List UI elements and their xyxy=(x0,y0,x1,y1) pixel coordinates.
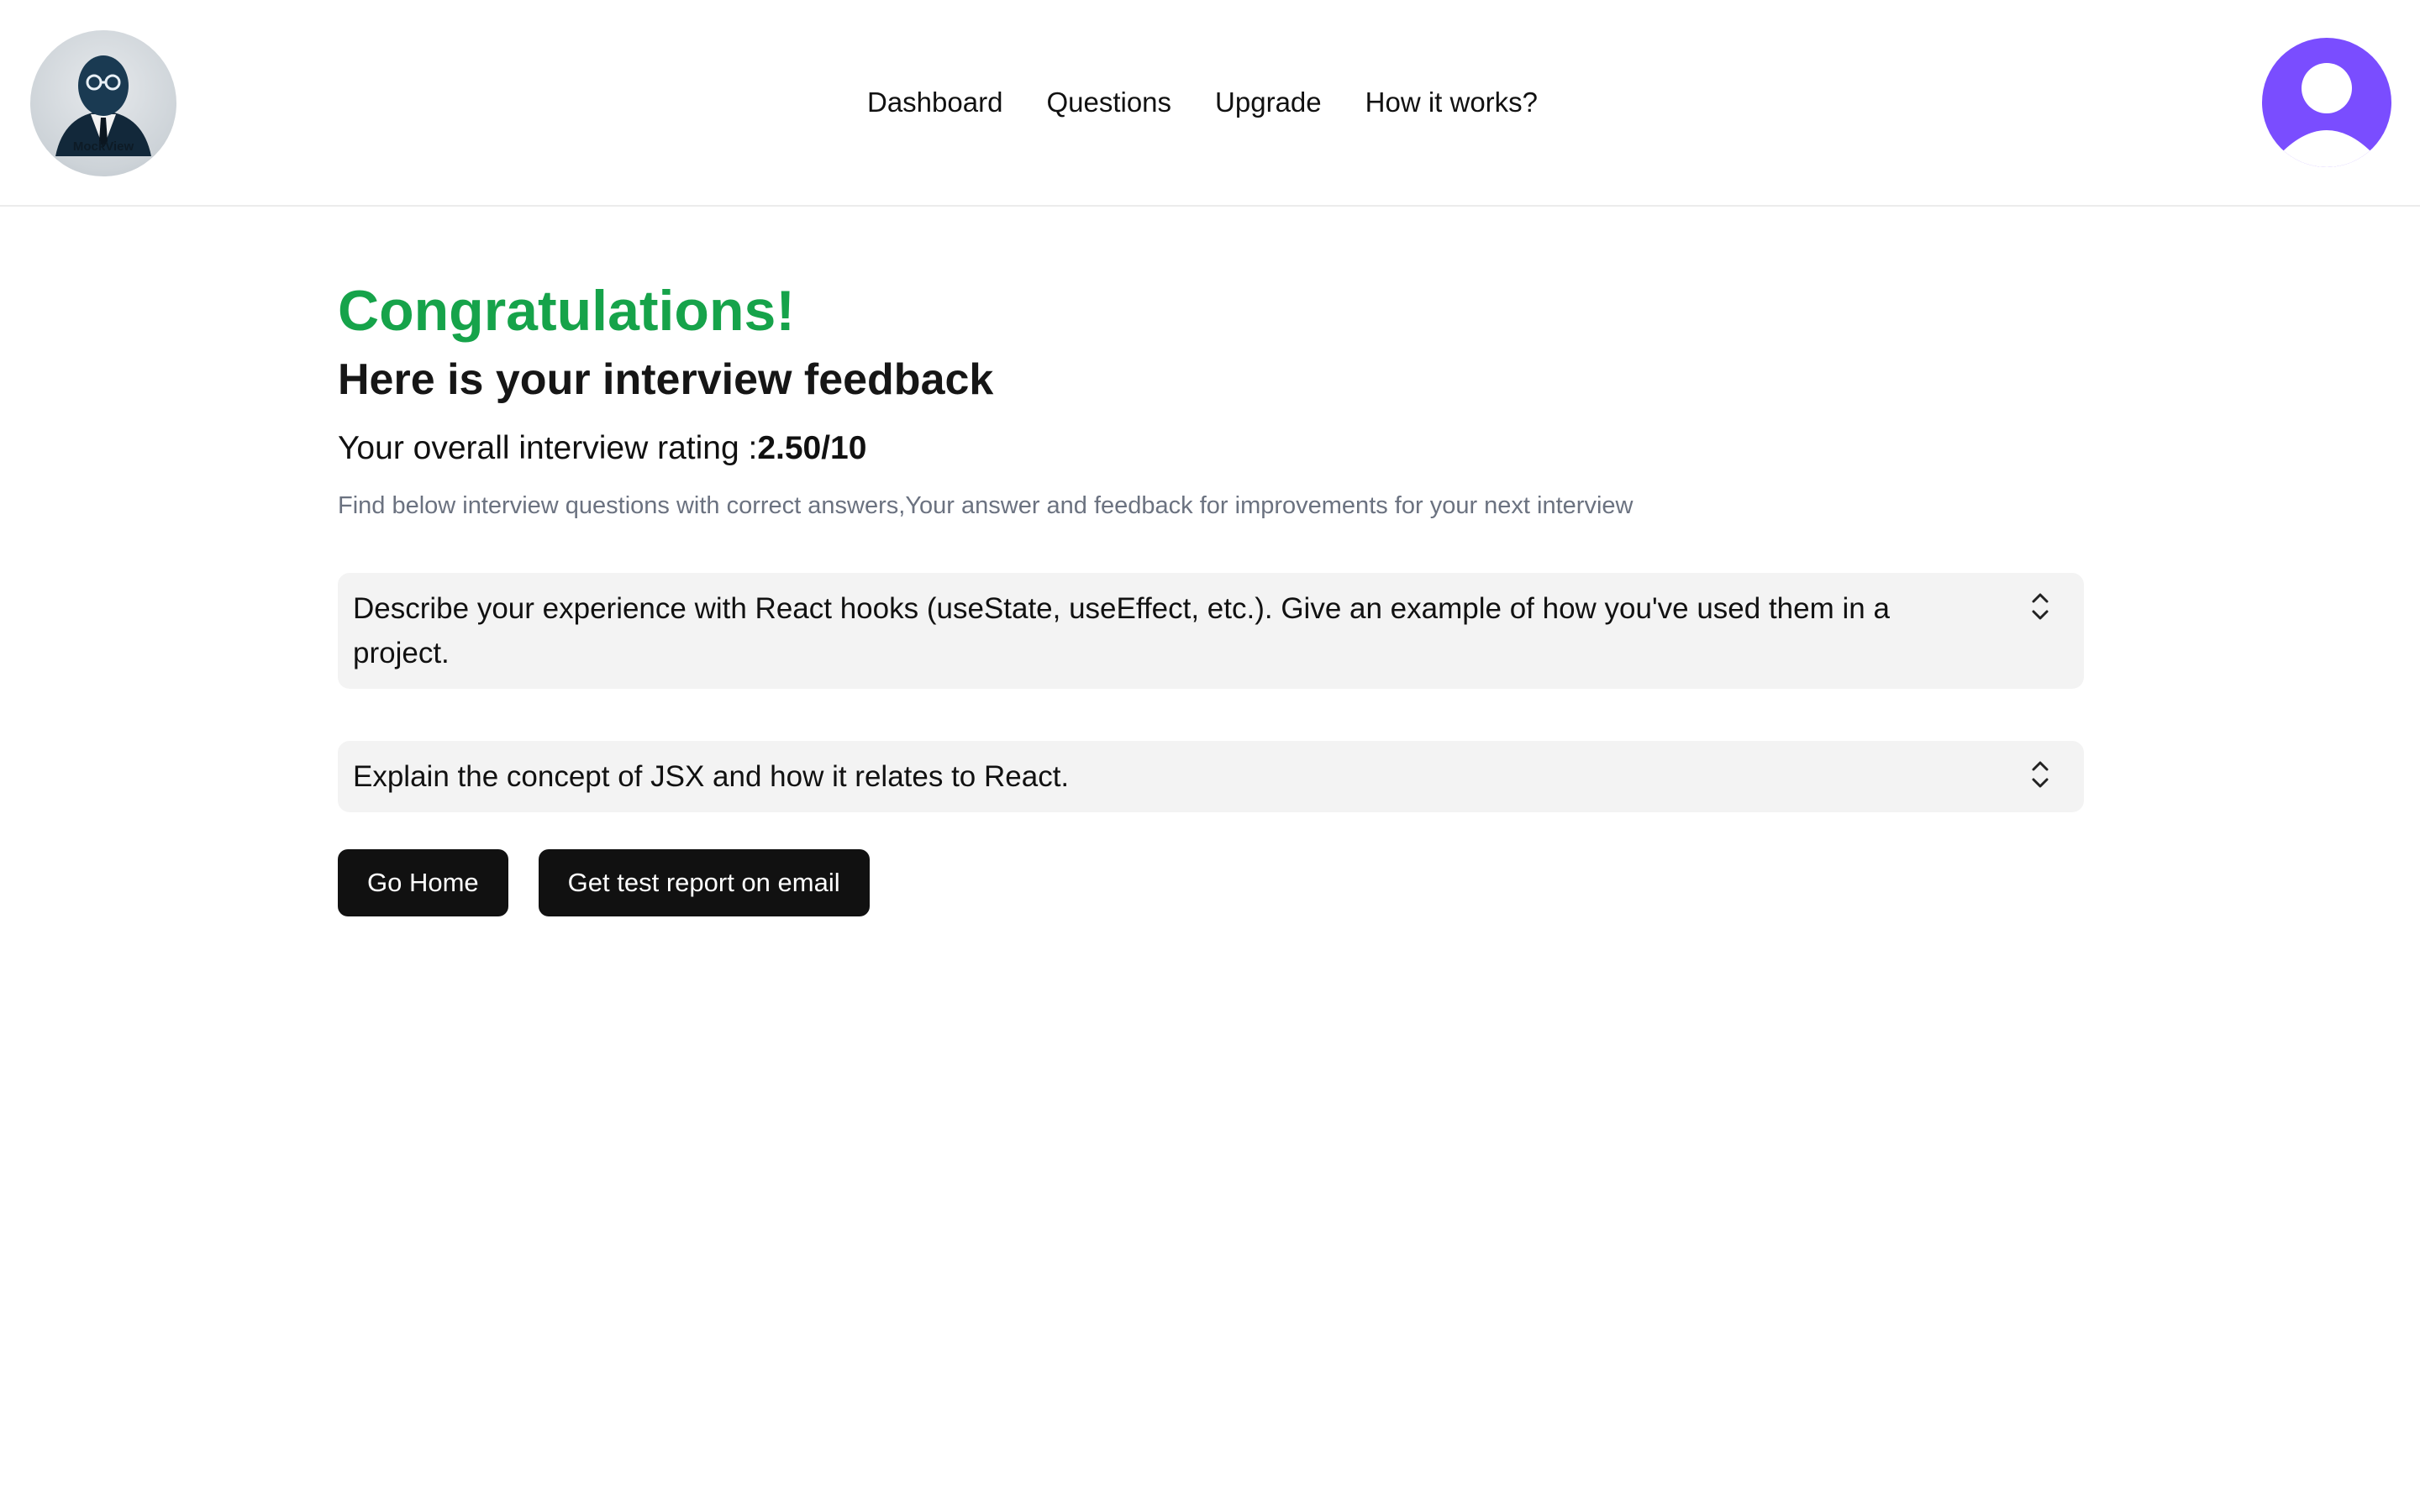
nav-questions[interactable]: Questions xyxy=(1046,81,1171,124)
interviewer-avatar-icon xyxy=(55,55,173,170)
question-text: Describe your experience with React hook… xyxy=(353,592,1890,669)
question-item-2[interactable]: Explain the concept of JSX and how it re… xyxy=(338,741,2084,812)
main-nav: Dashboard Questions Upgrade How it works… xyxy=(867,81,1538,124)
nav-upgrade[interactable]: Upgrade xyxy=(1215,81,1322,124)
chevron-up-down-icon xyxy=(2032,593,2049,620)
feedback-title: Here is your interview feedback xyxy=(338,355,994,404)
nav-dashboard[interactable]: Dashboard xyxy=(867,81,1002,124)
logo-text: MockView xyxy=(72,139,134,154)
feedback-hint: Find below interview questions with corr… xyxy=(338,492,1634,519)
go-home-button[interactable]: Go Home xyxy=(338,849,508,916)
question-item-1[interactable]: Describe your experience with React hook… xyxy=(338,573,2084,689)
rating-label: Your overall interview rating : xyxy=(338,430,758,466)
user-profile-icon xyxy=(2277,63,2376,167)
feedback-content: Congratulations! Here is your interview … xyxy=(338,269,2084,916)
questions-accordion: Describe your experience with React hook… xyxy=(338,573,2084,812)
nav-how-it-works[interactable]: How it works? xyxy=(1365,81,1538,124)
chevron-up-down-icon xyxy=(2032,761,2049,788)
question-text: Explain the concept of JSX and how it re… xyxy=(353,760,1070,793)
congratulations-heading: Congratulations! xyxy=(338,279,795,343)
mockview-logo[interactable]: MockView xyxy=(30,30,176,176)
user-avatar[interactable] xyxy=(2262,38,2391,167)
overall-rating: Your overall interview rating :2.50/10 xyxy=(338,425,2084,472)
rating-value: 2.50/10 xyxy=(757,430,867,466)
email-report-button[interactable]: Get test report on email xyxy=(538,849,870,916)
action-buttons: Go Home Get test report on email xyxy=(338,849,2084,916)
top-header: MockView Dashboard Questions Upgrade How… xyxy=(0,0,2420,207)
